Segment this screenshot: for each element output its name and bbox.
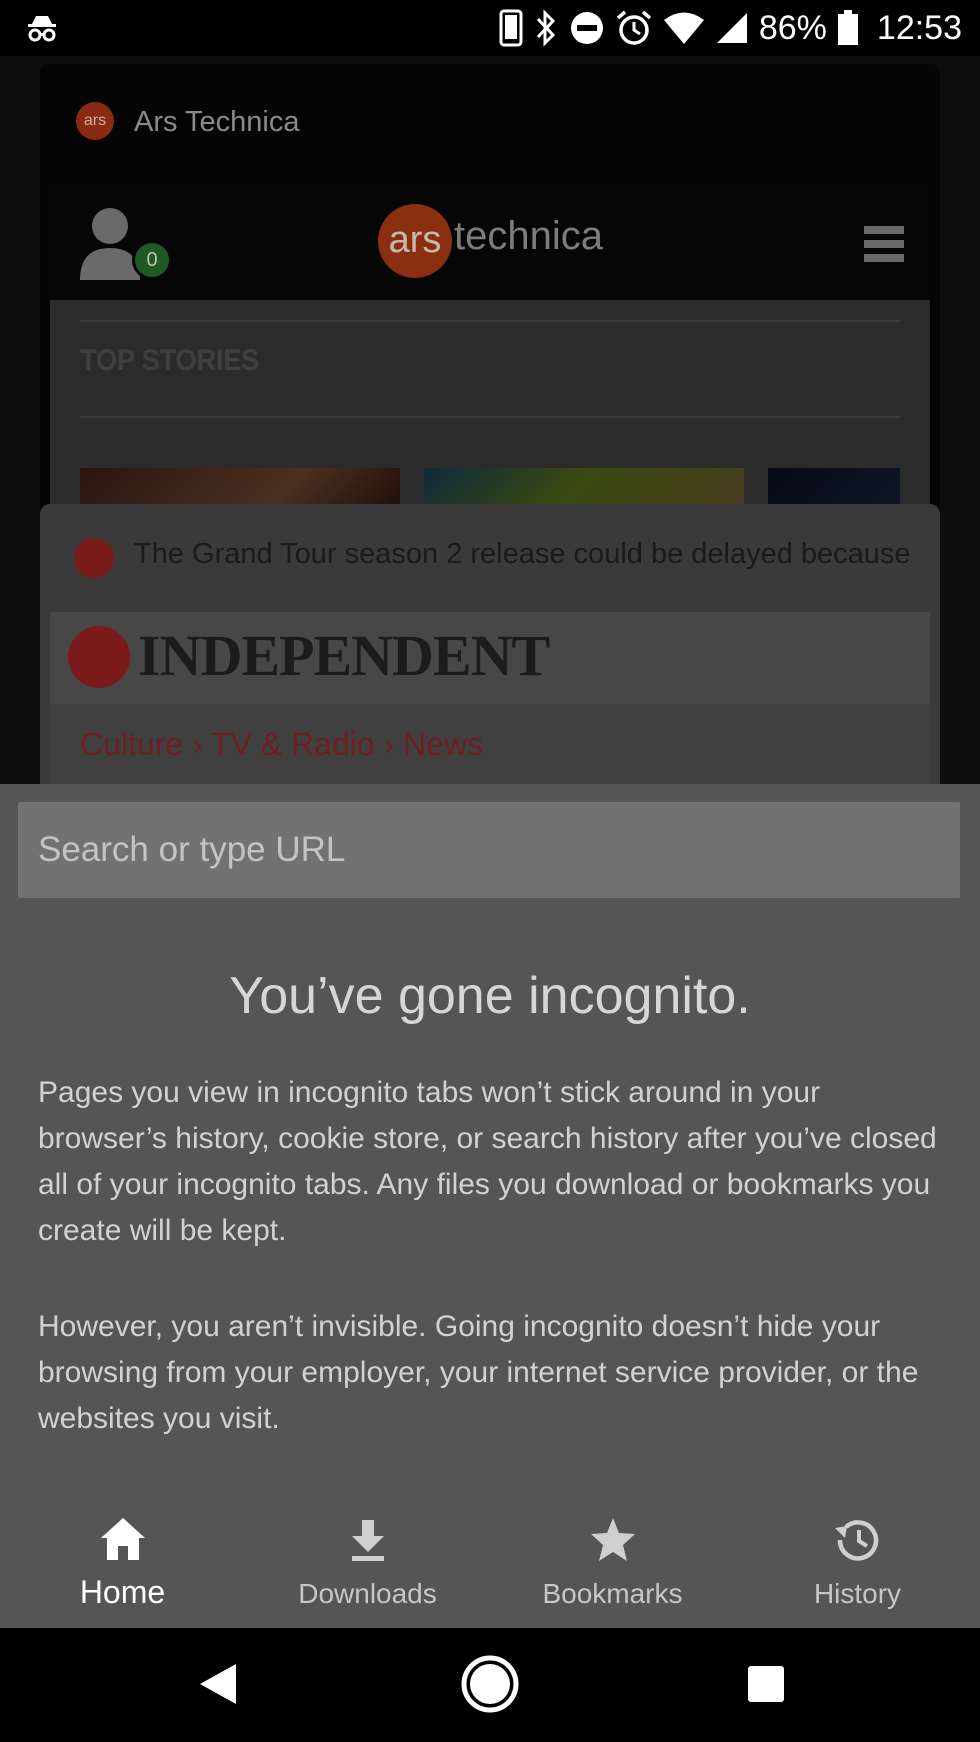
nav-home[interactable]: Home [0, 1484, 245, 1628]
back-button[interactable] [186, 1652, 250, 1716]
independent-favicon [74, 538, 114, 578]
independent-eagle-logo [68, 626, 130, 688]
battery-icon [837, 10, 859, 46]
tab-switcher-background: ars Ars Technica 0 ars technica TOP STOR… [0, 56, 980, 784]
section-heading: TOP STORIES [80, 344, 260, 377]
breadcrumb: Culture › TV & Radio › News [80, 726, 484, 762]
incognito-new-tab-sheet: Search or type URL You’ve gone incognito… [0, 784, 980, 1628]
tab-card-ars-technica[interactable]: ars Ars Technica 0 ars technica TOP STOR… [40, 64, 940, 534]
home-button[interactable] [458, 1652, 522, 1716]
independent-masthead: INDEPENDENT [138, 623, 550, 688]
battery-percent: 86% [758, 8, 827, 47]
alarm-icon [615, 9, 653, 47]
do-not-disturb-icon [569, 10, 605, 46]
download-icon [340, 1512, 396, 1568]
phone-vibrate-icon [499, 9, 523, 47]
incognito-description: Pages you view in incognito tabs won’t s… [38, 1076, 937, 1247]
recents-button[interactable] [734, 1652, 798, 1716]
bluetooth-icon [533, 9, 559, 47]
incognito-title: You’ve gone incognito. [229, 967, 751, 1025]
nav-bookmarks[interactable]: Bookmarks [490, 1484, 735, 1628]
ars-favicon: ars [76, 102, 114, 140]
bottom-navigation: Home Downloads Bookmarks History [0, 1484, 980, 1628]
status-bar: 86% 12:53 [0, 0, 980, 56]
clock: 12:53 [876, 8, 962, 47]
nav-downloads[interactable]: Downloads [245, 1484, 490, 1628]
nav-home-label: Home [79, 1574, 166, 1610]
search-input[interactable]: Search or type URL [18, 802, 960, 898]
cell-signal-icon [715, 11, 749, 45]
star-icon [585, 1512, 641, 1568]
tab-card-independent[interactable]: The Grand Tour season 2 release could be… [40, 504, 940, 784]
ars-logo-text: technica [454, 214, 603, 258]
search-placeholder: Search or type URL [38, 830, 346, 869]
history-icon [830, 1512, 886, 1568]
nav-history[interactable]: History [735, 1484, 980, 1628]
system-navigation-bar [0, 1628, 980, 1742]
incognito-warning: However, you aren’t invisible. Going inc… [38, 1310, 919, 1435]
ars-logo-circle: ars [378, 204, 452, 278]
user-badge: 0 [132, 240, 172, 280]
divider [80, 416, 900, 418]
home-icon [95, 1512, 151, 1568]
tab-title: Ars Technica [134, 106, 300, 138]
nav-history-label: History [813, 1578, 902, 1609]
nav-bookmarks-label: Bookmarks [542, 1578, 683, 1609]
hamburger-menu-icon [864, 224, 904, 264]
wifi-icon [663, 11, 705, 45]
divider [80, 320, 900, 322]
incognito-icon [26, 12, 58, 44]
nav-downloads-label: Downloads [298, 1578, 437, 1609]
tab-title: The Grand Tour season 2 release could be… [134, 538, 911, 570]
